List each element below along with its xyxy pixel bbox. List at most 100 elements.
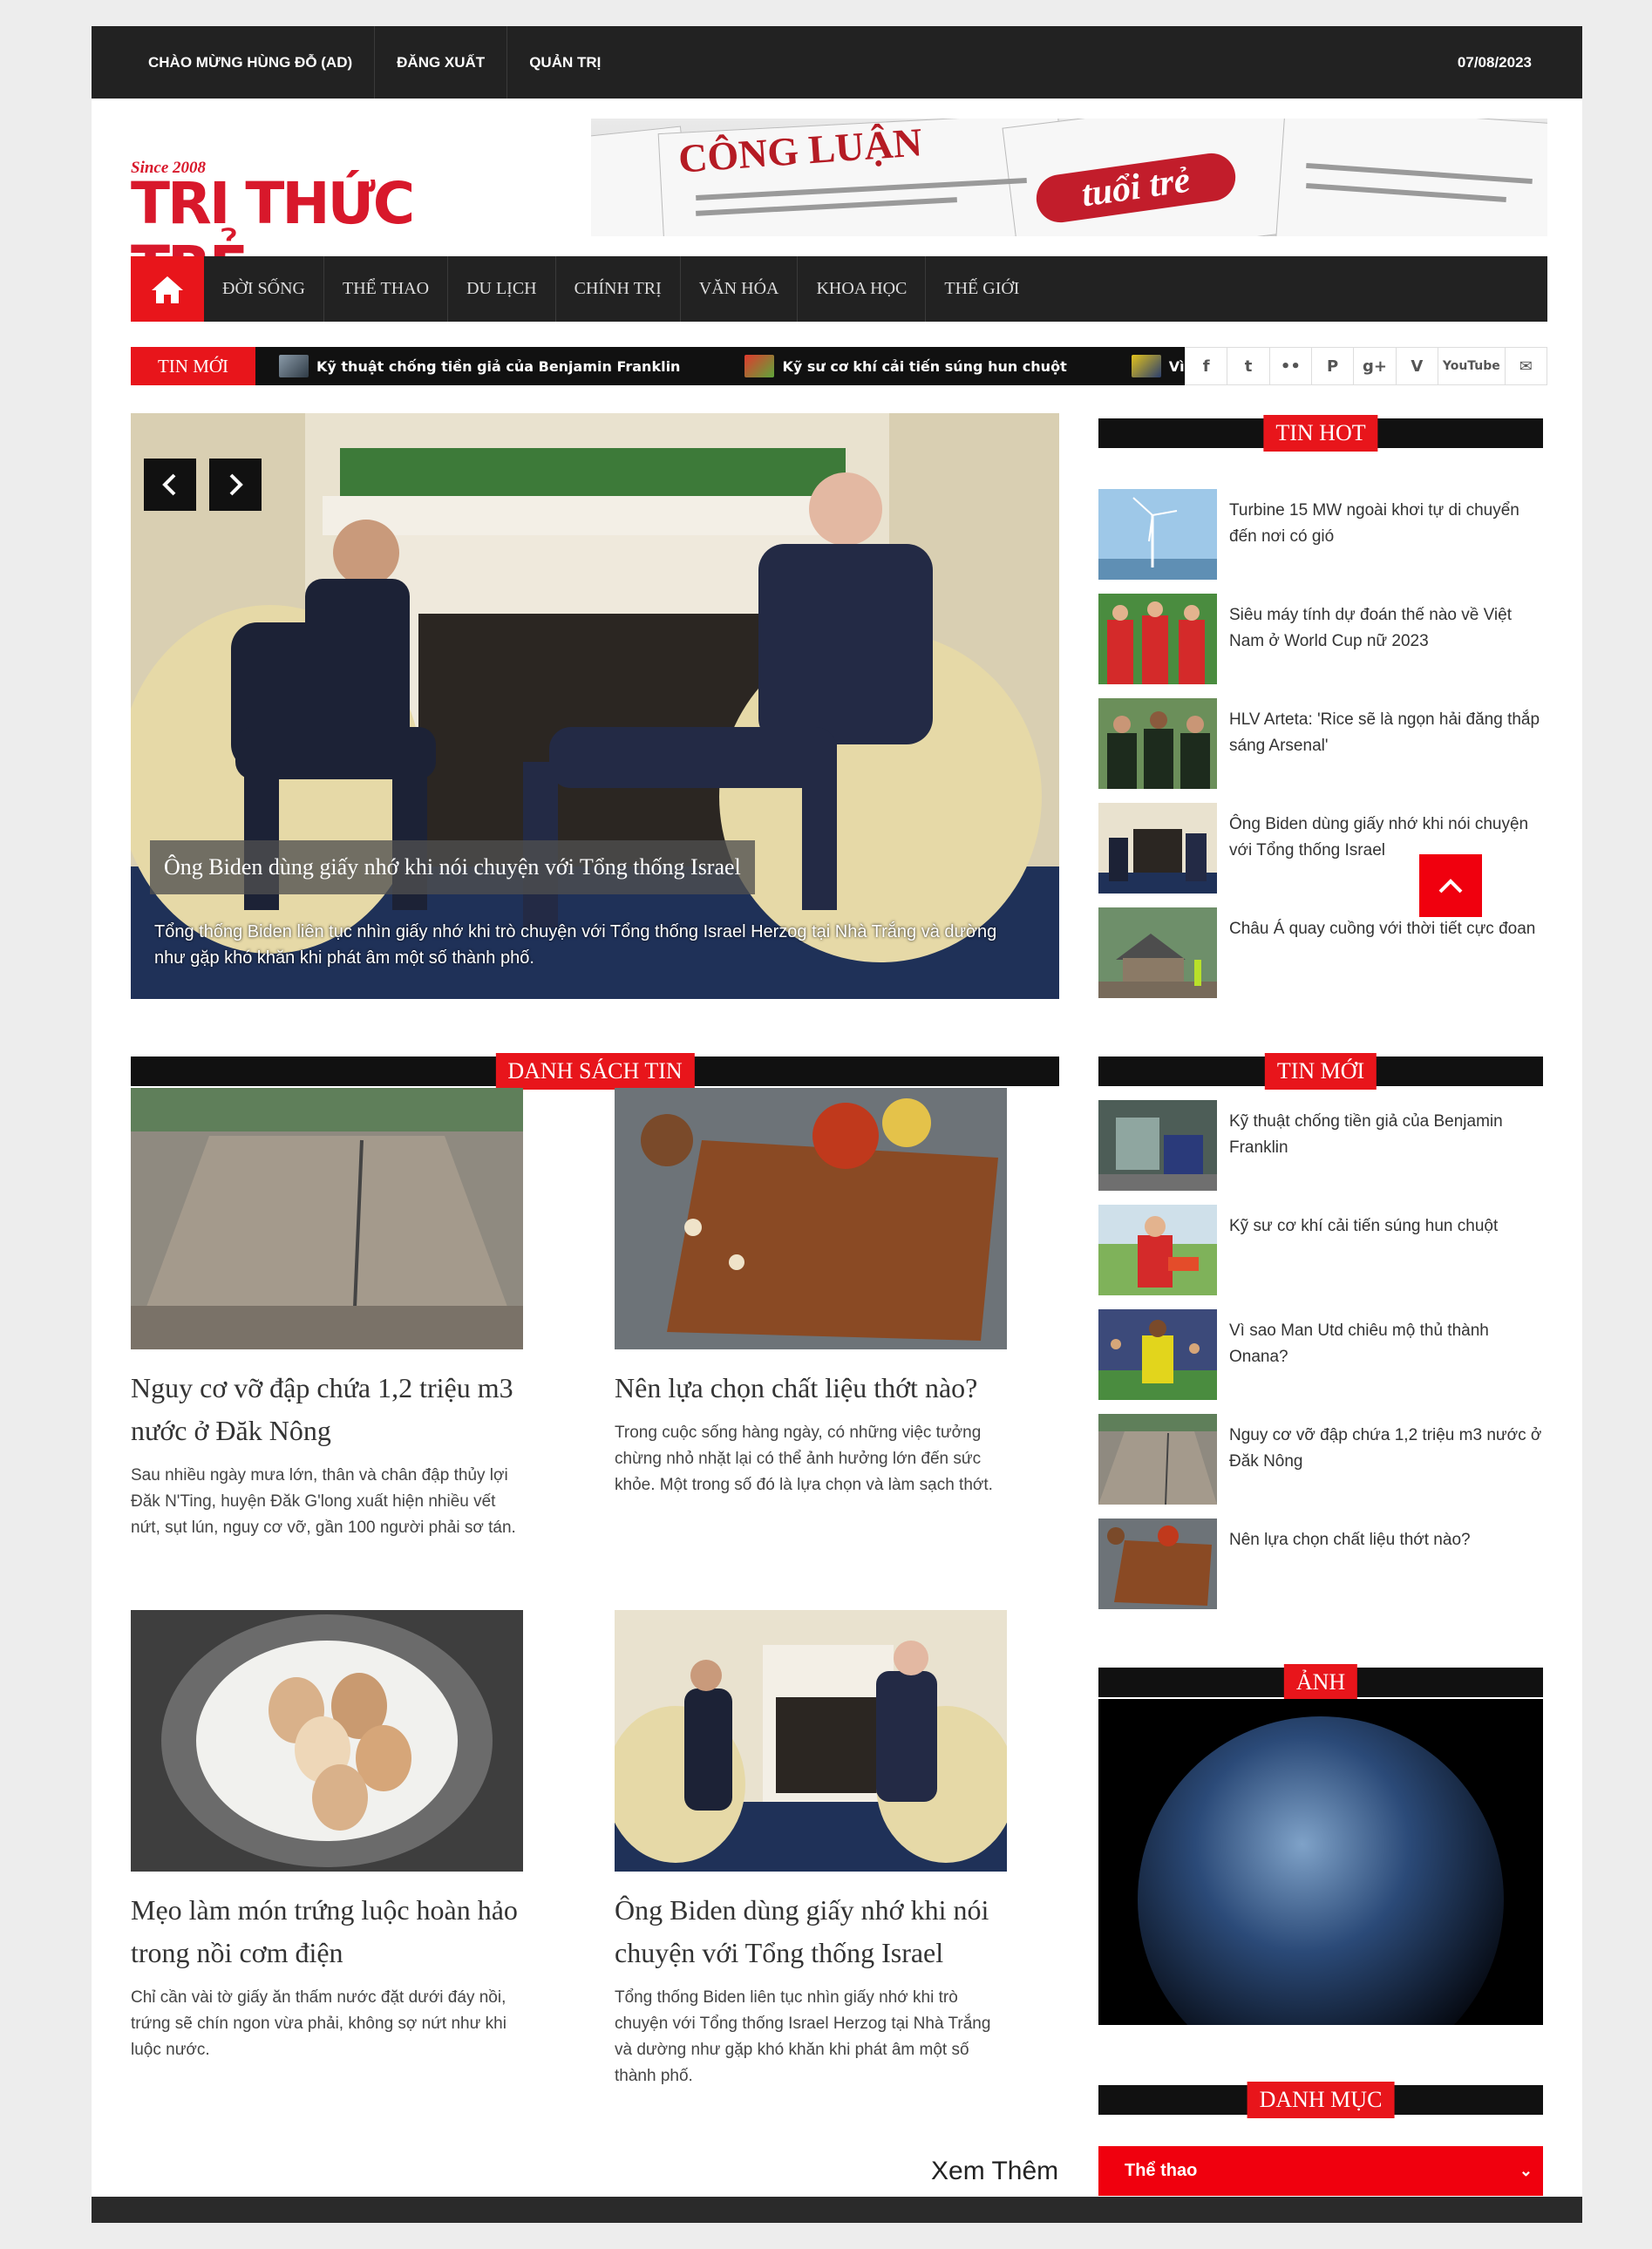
header-banner[interactable]: CÔNG LUẬN tuổi trẻ [591,119,1547,236]
slider-description: Tổng thống Biden liên tục nhìn giấy nhớ … [154,922,997,968]
card-image [131,1088,523,1350]
nav-item-van-hoa[interactable]: VĂN HÓA [681,256,799,322]
card-description: Chỉ cần vài tờ giấy ăn thấm nước đặt dướ… [131,1988,506,2059]
card-image [606,1610,1016,1872]
thumbnail-image [1098,698,1217,789]
card-title[interactable]: Ông Biden dùng giấy nhớ khi nói chuyện v… [615,1889,1007,1974]
tin-moi-item[interactable]: Kỹ thuật chống tiền giả của Benjamin Fra… [1098,1100,1543,1191]
welcome-user-link[interactable]: CHÀO MỪNG HÙNG ĐỖ (AD) [126,26,376,99]
social-links: f t •• P g+ V YouTube ✉ [1185,347,1547,385]
danh-muc-header: DANH MỤC [1098,2082,1543,2118]
tin-hot-header: TIN HOT [1098,415,1543,452]
nav-item-doi-song[interactable]: ĐỜI SỐNG [204,256,324,322]
nav-item-chinh-tri[interactable]: CHÍNH TRỊ [556,256,681,322]
logout-link[interactable]: ĐĂNG XUẤT [375,26,508,99]
page-wrapper: CHÀO MỪNG HÙNG ĐỖ (AD) ĐĂNG XUẤT QUẢN TR… [92,26,1582,2223]
youtube-icon[interactable]: YouTube [1438,348,1506,384]
tin-moi-item-title: Nguy cơ vỡ đập chứa 1,2 triệu m3 nước ở … [1229,1426,1542,1471]
current-date: 07/08/2023 [1457,54,1532,71]
danh-muc-title: DANH MỤC [1247,2082,1395,2118]
news-card[interactable]: Mẹo làm món trứng luộc hoàn hảo trong nồ… [131,1610,523,2063]
tin-moi-item[interactable]: Kỹ sư cơ khí cải tiến súng hun chuột [1098,1205,1543,1295]
tin-moi-item[interactable]: Nguy cơ vỡ đập chứa 1,2 triệu m3 nước ở … [1098,1414,1543,1505]
news-card[interactable]: Nên lựa chọn chất liệu thớt nào? Trong c… [615,1088,1007,1498]
card-title[interactable]: Mẹo làm món trứng luộc hoàn hảo trong nồ… [131,1889,523,1974]
tin-hot-item[interactable]: Siêu máy tính dự đoán thế nào về Việt Na… [1098,594,1543,684]
admin-link[interactable]: QUẢN TRỊ [507,26,622,99]
footer-bar [92,2197,1582,2223]
nav-item-the-gioi[interactable]: THẾ GIỚI [926,256,1037,322]
thumbnail-image [1098,1309,1217,1400]
tin-moi-title: TIN MỚI [1264,1053,1377,1090]
google-plus-icon[interactable]: g+ [1354,348,1397,384]
card-image [615,1088,1007,1349]
vimeo-icon[interactable]: V [1397,348,1438,384]
tin-hot-item-title: Siêu máy tính dự đoán thế nào về Việt Na… [1229,606,1512,650]
thumbnail-image [1098,1414,1217,1505]
news-card[interactable]: Nguy cơ vỡ đập chứa 1,2 triệu m3 nước ở … [131,1088,523,1541]
card-description: Sau nhiều ngày mưa lớn, thân và chân đập… [131,1466,516,1537]
card-description: Tổng thống Biden liên tục nhìn giấy nhớ … [615,1988,991,2085]
tin-moi-header: TIN MỚI [1098,1053,1543,1090]
ticker-label: TIN MỚI [131,347,255,385]
thumbnail-image [1098,1519,1217,1609]
slider-prev-button[interactable] [144,459,196,511]
card-description: Trong cuộc sống hàng ngày, có những việc… [615,1423,993,1494]
category-selected-value: Thể thao [1125,2161,1198,2180]
thumbnail-image [1098,489,1217,580]
thumbnail-image [1098,803,1217,893]
nav-item-khoa-hoc[interactable]: KHOA HỌC [798,256,927,322]
danh-sach-tin-title: DANH SÁCH TIN [495,1053,695,1090]
top-bar: CHÀO MỪNG HÙNG ĐỖ (AD) ĐĂNG XUẤT QUẢN TR… [92,26,1582,99]
chevron-down-icon: ⌄ [1519,2162,1533,2179]
tin-moi-item-title: Vì sao Man Utd chiêu mộ thủ thành Onana? [1229,1322,1489,1366]
main-nav: ĐỜI SỐNG THỂ THAO DU LỊCH CHÍNH TRỊ VĂN … [131,256,1547,322]
flickr-icon[interactable]: •• [1270,348,1312,384]
ticker-item[interactable]: Kỹ sư cơ khí cải tiến súng hun chuột [744,355,1067,377]
twitter-icon[interactable]: t [1227,348,1270,384]
pinterest-icon[interactable]: P [1312,348,1355,384]
thumbnail-image [1098,907,1217,998]
nav-home-button[interactable] [131,256,204,322]
back-to-top-button[interactable] [1419,854,1482,917]
chevron-up-icon [1438,879,1463,893]
featured-slider[interactable]: Ông Biden dùng giấy nhớ khi nói chuyện v… [131,413,1059,999]
featured-photo[interactable] [1098,1699,1543,2025]
chevron-right-icon [229,473,243,496]
danh-sach-tin-header: DANH SÁCH TIN [131,1053,1059,1090]
tin-hot-item-title: Ông Biden dùng giấy nhớ khi nói chuyện v… [1229,815,1529,860]
news-ticker: TIN MỚI Kỹ thuật chống tiền giả của Benj… [131,347,1189,385]
tin-moi-item-title: Nên lựa chọn chất liệu thớt nào? [1229,1531,1471,1549]
tin-hot-item-title: HLV Arteta: 'Rice sẽ là ngọn hải đăng th… [1229,710,1540,755]
card-image [131,1610,523,1872]
tin-moi-item[interactable]: Vì sao Man Utd chiêu mộ thủ thành Onana? [1098,1309,1543,1400]
chevron-left-icon [162,473,176,496]
facebook-icon[interactable]: f [1186,348,1228,384]
top-links: CHÀO MỪNG HÙNG ĐỖ (AD) ĐĂNG XUẤT QUẢN TR… [126,26,622,99]
see-more-link[interactable]: Xem Thêm [931,2157,1058,2186]
nav-item-du-lich[interactable]: DU LỊCH [448,256,556,322]
tin-moi-item-title: Kỹ sư cơ khí cải tiến súng hun chuột [1229,1217,1499,1235]
tin-hot-item[interactable]: Châu Á quay cuồng với thời tiết cực đoan [1098,907,1543,998]
news-card[interactable]: Ông Biden dùng giấy nhớ khi nói chuyện v… [606,1610,1016,2089]
tin-hot-item-title: Turbine 15 MW ngoài khơi tự di chuyển đế… [1229,501,1519,546]
thumbnail-image [1098,594,1217,684]
anh-header: ẢNH [1098,1664,1543,1701]
mail-icon[interactable]: ✉ [1506,348,1547,384]
tin-moi-item-title: Kỹ thuật chống tiền giả của Benjamin Fra… [1229,1112,1503,1157]
thumbnail-image [1098,1205,1217,1295]
thumbnail-image [1098,1100,1217,1191]
nav-item-the-thao[interactable]: THỂ THAO [324,256,449,322]
tin-moi-item[interactable]: Nên lựa chọn chất liệu thớt nào? [1098,1519,1543,1609]
tin-hot-title: TIN HOT [1263,415,1378,452]
card-title[interactable]: Nên lựa chọn chất liệu thớt nào? [615,1367,1007,1410]
category-select[interactable]: Thể thao ⌄ [1098,2146,1543,2196]
tin-hot-item[interactable]: Turbine 15 MW ngoài khơi tự di chuyển đế… [1098,489,1543,580]
card-title[interactable]: Nguy cơ vỡ đập chứa 1,2 triệu m3 nước ở … [131,1367,523,1452]
slider-title[interactable]: Ông Biden dùng giấy nhớ khi nói chuyện v… [150,840,755,894]
ticker-item[interactable]: Vì sao M [1131,355,1189,377]
site-logo[interactable]: Since 2008 TRI THỨC TRẺ [131,131,540,298]
tin-hot-item[interactable]: HLV Arteta: 'Rice sẽ là ngọn hải đăng th… [1098,698,1543,789]
ticker-item[interactable]: Kỹ thuật chống tiền giả của Benjamin Fra… [279,355,680,377]
slider-next-button[interactable] [209,459,262,511]
